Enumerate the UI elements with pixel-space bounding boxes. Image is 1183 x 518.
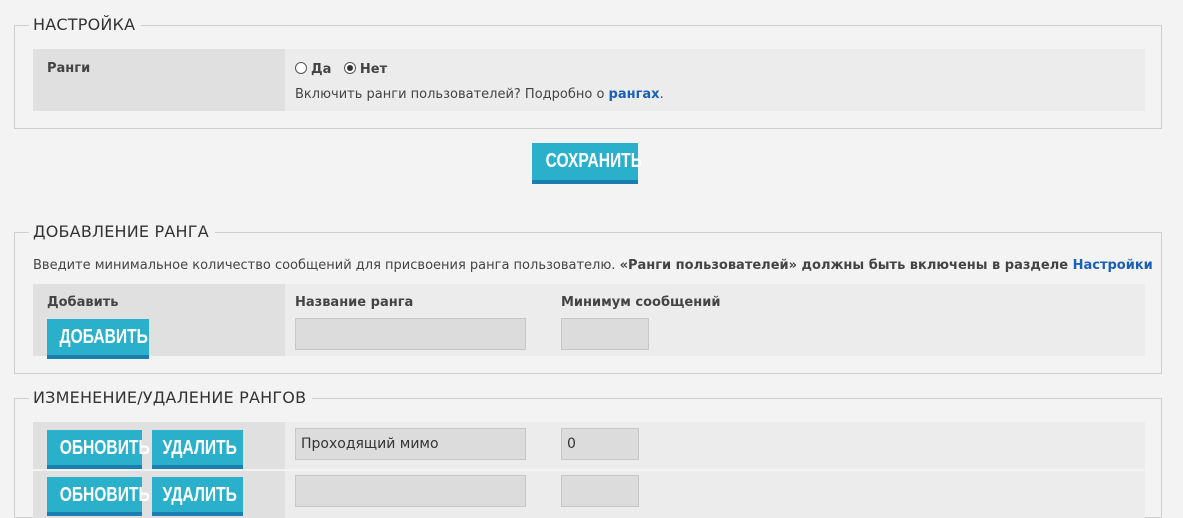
save-button[interactable]: СОХРАНИТЬ	[532, 143, 642, 184]
ranks-radio-group: Да Нет	[295, 62, 387, 77]
add-label: Добавить	[47, 295, 119, 310]
rank-actions-cell: ОБНОВИТЬ УДАЛИТЬ	[33, 471, 285, 518]
rank-name-input[interactable]	[295, 318, 526, 350]
delete-button[interactable]: УДАЛИТЬ	[152, 477, 243, 516]
delete-button-label: УДАЛИТЬ	[162, 437, 237, 459]
edit-ranks-fieldset: ИЗМЕНЕНИЕ/УДАЛЕНИЕ РАНГОВ ОБНОВИТЬ УДАЛИ…	[14, 388, 1162, 518]
update-button-label: ОБНОВИТЬ	[59, 484, 150, 506]
rank-row: ОБНОВИТЬ УДАЛИТЬ	[33, 471, 1145, 518]
ranks-help-suffix: .	[659, 87, 664, 102]
ranks-label-cell: Ранги	[33, 49, 285, 111]
update-button[interactable]: ОБНОВИТЬ	[47, 430, 150, 469]
ranks-label: Ранги	[47, 61, 91, 76]
add-button[interactable]: ДОБАВИТЬ	[47, 319, 149, 359]
radio-no[interactable]: Нет	[343, 62, 388, 77]
ranks-help: Включить ранги пользователей? Подробно о…	[295, 87, 664, 102]
rank-min-field[interactable]	[561, 428, 639, 460]
min-posts-input[interactable]	[561, 318, 649, 350]
rank-actions-cell: ОБНОВИТЬ УДАЛИТЬ	[33, 422, 285, 469]
radio-no-label: Нет	[359, 62, 388, 77]
radio-yes-icon[interactable]	[295, 62, 307, 74]
settings-link[interactable]: Настройки	[1073, 258, 1153, 273]
rank-min-field[interactable]	[561, 475, 639, 507]
update-button[interactable]: ОБНОВИТЬ	[47, 477, 150, 516]
rank-name-header: Название ранга	[295, 295, 414, 310]
min-posts-header: Минимум сообщений	[561, 295, 721, 310]
radio-no-icon[interactable]	[343, 62, 356, 74]
add-rank-row: Добавить ДОБАВИТЬ Название ранга Минимум…	[33, 284, 1145, 359]
delete-button-label: УДАЛИТЬ	[162, 484, 237, 506]
add-rank-legend: ДОБАВЛЕНИЕ РАНГА	[29, 222, 215, 242]
settings-fieldset: НАСТРОЙКА Ранги Да Нет Включить ранги по…	[14, 15, 1162, 129]
edit-ranks-legend: ИЗМЕНЕНИЕ/УДАЛЕНИЕ РАНГОВ	[29, 388, 313, 408]
add-label-cell: Добавить ДОБАВИТЬ	[33, 284, 285, 359]
radio-yes[interactable]: Да	[295, 62, 336, 77]
add-button-label: ДОБАВИТЬ	[59, 326, 148, 348]
rank-row: ОБНОВИТЬ УДАЛИТЬ	[33, 422, 1145, 469]
ranks-help-link[interactable]: рангах	[609, 87, 660, 102]
rank-name-field[interactable]	[295, 428, 526, 460]
ranks-help-text: Включить ранги пользователей? Подробно о	[295, 87, 609, 102]
add-rank-fieldset: ДОБАВЛЕНИЕ РАНГА Введите минимальное кол…	[14, 222, 1162, 374]
radio-yes-label: Да	[311, 62, 332, 77]
add-rank-intro: Введите минимальное количество сообщений…	[33, 258, 1153, 273]
rank-name-field[interactable]	[295, 475, 526, 507]
add-rank-intro-text: Введите минимальное количество сообщений…	[33, 258, 620, 273]
delete-button[interactable]: УДАЛИТЬ	[152, 430, 243, 469]
add-rank-intro-bold: «Ранги пользователей» должны быть включе…	[619, 258, 1073, 273]
save-button-label: СОХРАНИТЬ	[545, 150, 642, 172]
ranks-setting-row: Ранги Да Нет Включить ранги пользователе…	[33, 49, 1145, 111]
update-button-label: ОБНОВИТЬ	[59, 437, 150, 459]
settings-legend: НАСТРОЙКА	[29, 15, 142, 35]
